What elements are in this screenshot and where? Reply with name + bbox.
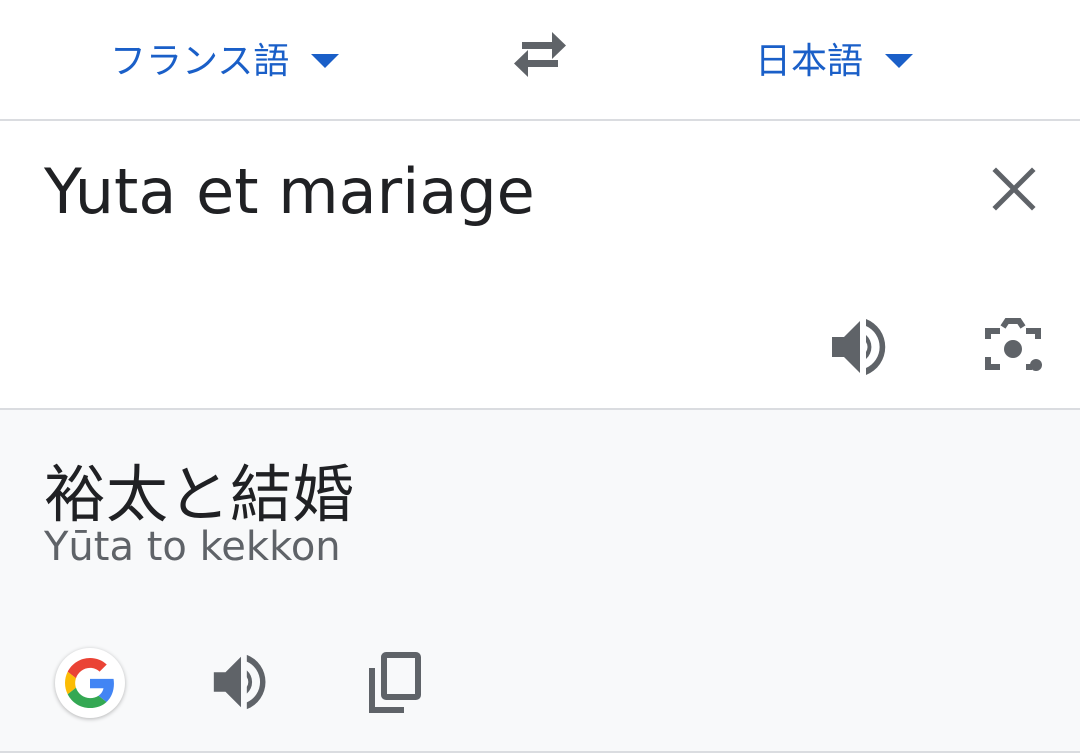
- translated-text: 裕太と結婚: [44, 458, 355, 531]
- camera-translate-button[interactable]: [980, 317, 1046, 379]
- clear-input-button[interactable]: [988, 163, 1040, 215]
- swap-arrows-icon: [514, 32, 566, 77]
- listen-source-button[interactable]: [826, 315, 894, 379]
- target-language-label: 日本語: [755, 41, 864, 82]
- copy-translation-button[interactable]: [364, 650, 424, 716]
- romanization-text: Yūta to kekkon: [44, 524, 341, 570]
- language-bar: フランス語 日本語: [0, 0, 1080, 121]
- copy-icon: [369, 652, 421, 713]
- speaker-icon: [832, 319, 886, 375]
- source-text-input[interactable]: Yuta et mariage: [44, 155, 535, 228]
- close-icon: [992, 167, 1036, 211]
- source-language-label: フランス語: [110, 41, 290, 82]
- camera-lens-icon: [985, 318, 1042, 371]
- open-in-google-button[interactable]: [55, 648, 125, 718]
- listen-translation-button[interactable]: [208, 650, 274, 714]
- source-language-selector[interactable]: フランス語: [110, 30, 340, 86]
- caret-down-icon: [885, 54, 914, 68]
- speaker-icon: [213, 654, 266, 710]
- source-input-panel[interactable]: Yuta et mariage: [0, 121, 1080, 410]
- target-language-selector[interactable]: 日本語: [755, 30, 914, 86]
- caret-down-icon: [311, 54, 340, 68]
- swap-languages-button[interactable]: [508, 28, 572, 80]
- translation-output-panel: 裕太と結婚 Yūta to kekkon: [0, 410, 1080, 753]
- google-logo-icon: [65, 658, 114, 708]
